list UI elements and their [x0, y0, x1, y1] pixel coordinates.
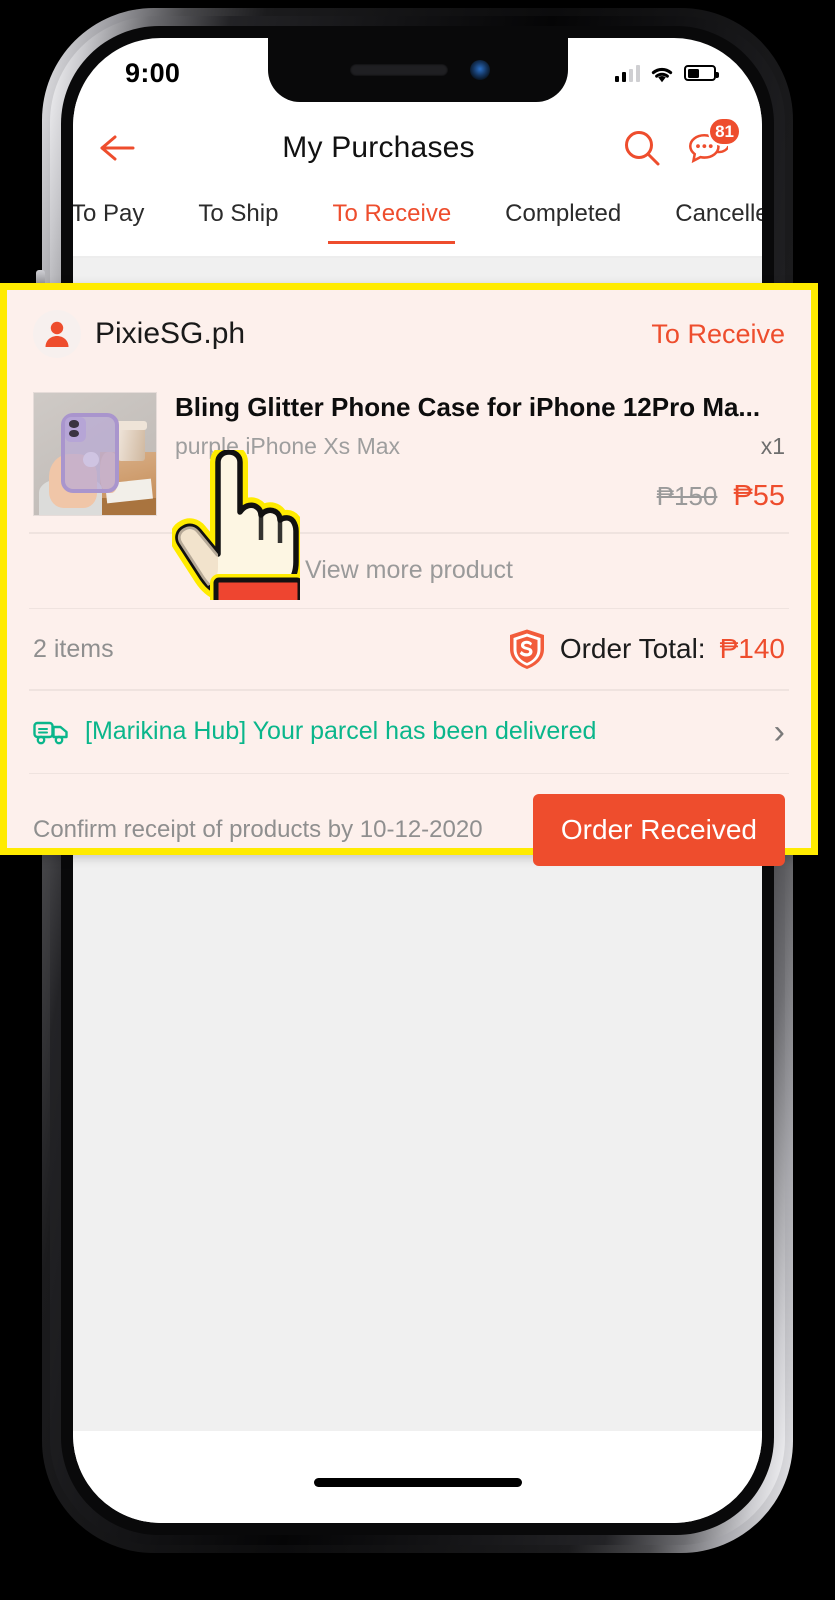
chat-bubble-icon[interactable]: 81: [688, 117, 741, 168]
view-more-product-button[interactable]: View more product: [7, 534, 811, 608]
home-indicator-area: [73, 1431, 762, 1523]
order-action-row: Confirm receipt of products by 10-12-202…: [7, 774, 811, 886]
order-card: PixieSG.ph To Receive Bling Glitter Phon…: [7, 290, 811, 866]
product-variant: purple,iPhone Xs Max: [175, 433, 401, 460]
delivery-status-text: [Marikina Hub] Your parcel has been deli…: [85, 717, 597, 745]
order-product-row[interactable]: Bling Glitter Phone Case for iPhone 12Pr…: [7, 378, 811, 532]
tab-to-receive[interactable]: To Receive: [328, 194, 455, 244]
tab-to-ship[interactable]: To Ship: [198, 194, 278, 228]
screenshot-stage: 9:00 My Purchases 81 To Pay To Ship To R…: [0, 0, 835, 1600]
status-bar-indicators: [614, 58, 719, 83]
delivery-truck-icon: [33, 721, 68, 744]
product-quantity: x1: [760, 433, 785, 460]
order-received-button[interactable]: Order Received: [532, 794, 785, 866]
order-total-group: Order Total: ₱140: [508, 628, 785, 670]
tab-completed[interactable]: Completed: [505, 194, 621, 228]
items-count: 2 items: [33, 634, 114, 663]
order-total-row: 2 items Order Total: ₱140: [7, 609, 811, 689]
search-icon[interactable]: [622, 128, 662, 168]
product-variant-row: purple,iPhone Xs Max x1: [175, 433, 785, 460]
product-discounted-price: ₱55: [733, 480, 785, 513]
chat-unread-badge: 81: [708, 117, 741, 146]
tab-to-pay[interactable]: To Pay: [73, 194, 144, 228]
user-avatar-icon: [33, 310, 81, 358]
battery-icon: [684, 65, 719, 81]
product-title: Bling Glitter Phone Case for iPhone 12Pr…: [175, 392, 761, 422]
shop-name: PixieSG.ph: [95, 317, 246, 350]
product-info: Bling Glitter Phone Case for iPhone 12Pr…: [157, 392, 785, 516]
tab-cancelled[interactable]: Cancelled: [675, 194, 762, 228]
order-shop-row[interactable]: PixieSG.ph To Receive: [7, 290, 811, 378]
front-camera-icon: [469, 60, 490, 80]
wifi-icon: [651, 67, 673, 82]
tabs-bottom-divider: [73, 256, 762, 258]
signal-bars-icon: [614, 64, 640, 82]
shopee-shield-icon: [509, 629, 544, 669]
confirm-receipt-deadline: Confirm receipt of products by 10-12-202…: [33, 816, 483, 843]
order-card-highlight[interactable]: PixieSG.ph To Receive Bling Glitter Phon…: [0, 283, 818, 866]
phone-notch: [267, 38, 568, 102]
app-bar-actions: 81: [622, 117, 741, 168]
delivery-status-row[interactable]: [Marikina Hub] Your parcel has been deli…: [7, 691, 811, 773]
purchase-status-tabs: To Pay To Ship To Receive Completed Canc…: [73, 194, 762, 256]
product-price-row: ₱150 ₱55: [175, 480, 785, 513]
chevron-right-icon[interactable]: ›: [774, 715, 785, 749]
order-total-amount: ₱140: [719, 633, 785, 664]
page-title: My Purchases: [282, 131, 475, 164]
order-total-label: Order Total:: [559, 633, 706, 664]
order-status-badge: To Receive: [651, 318, 785, 349]
product-thumbnail[interactable]: [33, 392, 157, 516]
status-bar-time: 9:00: [125, 57, 181, 88]
earpiece-speaker-icon: [349, 64, 448, 76]
app-bar: My Purchases 81: [73, 102, 762, 194]
product-original-price: ₱150: [656, 481, 718, 512]
home-indicator-bar[interactable]: [313, 1478, 522, 1487]
